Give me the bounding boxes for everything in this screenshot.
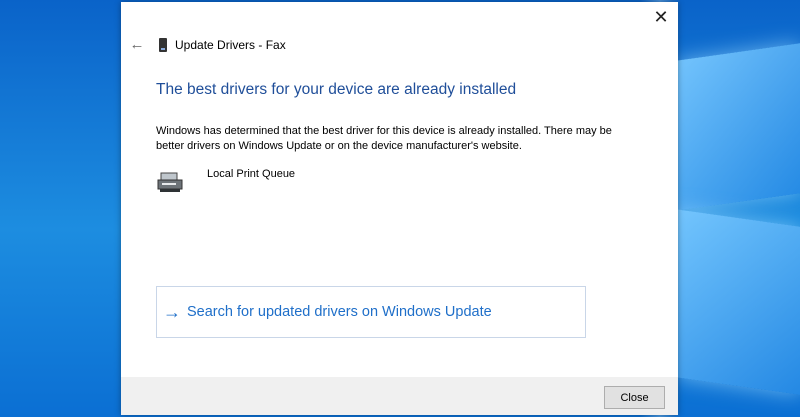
dialog-title: Update Drivers - Fax <box>175 38 286 52</box>
back-arrow-icon[interactable]: ← <box>127 35 147 55</box>
search-windows-update-label: Search for updated drivers on Windows Up… <box>187 304 492 320</box>
close-icon[interactable]: ✕ <box>650 6 672 28</box>
arrow-right-icon: → <box>163 301 181 322</box>
close-button[interactable]: Close <box>604 386 665 409</box>
printer-icon <box>157 172 183 192</box>
windows-logo-pane-top <box>676 43 800 211</box>
dialog-footer: Close <box>121 377 678 415</box>
fax-device-icon <box>159 38 167 52</box>
status-description: Windows has determined that the best dri… <box>156 125 612 152</box>
windows-logo-pane-bottom <box>676 209 800 395</box>
status-headline: The best drivers for your device are alr… <box>156 81 517 98</box>
search-windows-update-link[interactable]: → Search for updated drivers on Windows … <box>156 286 586 338</box>
update-drivers-dialog: ✕ ← Update Drivers - Fax The best driver… <box>121 2 678 415</box>
device-name: Local Print Queue <box>207 168 296 180</box>
dialog-header: ← Update Drivers - Fax <box>127 35 286 55</box>
